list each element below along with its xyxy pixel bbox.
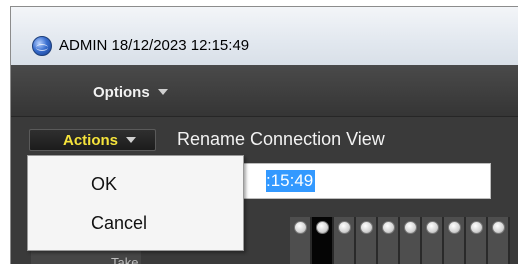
take-label: Take [111,255,139,264]
status-led-icon [448,221,461,234]
actions-dropdown-menu: OK Cancel [27,155,244,251]
status-led-icon [404,221,417,234]
connection-slot[interactable] [466,217,488,264]
status-led-icon [470,221,483,234]
status-led-icon [426,221,439,234]
selected-text: :15:49 [266,170,316,192]
connection-slot[interactable] [334,217,356,264]
status-led-icon [492,221,505,234]
options-toolbar: Options [11,65,518,117]
options-label: Options [93,83,150,101]
chevron-down-icon [157,89,168,95]
connection-slot[interactable] [378,217,400,264]
status-led-icon [294,221,307,234]
options-menu-button[interactable]: Options [93,82,168,102]
connection-slot[interactable] [400,217,422,264]
menu-item-ok[interactable]: OK [91,174,117,195]
connection-slot[interactable] [444,217,466,264]
connection-slot[interactable] [356,217,378,264]
status-led-icon [316,221,329,234]
status-led-icon [382,221,395,234]
title-bar: ADMIN 18/12/2023 12:15:49 [11,7,518,65]
connection-slot-selected[interactable] [312,217,334,264]
connection-slot[interactable] [488,217,510,264]
connection-slot[interactable] [422,217,444,264]
rename-connection-title: Rename Connection View [177,129,385,149]
globe-icon [32,36,52,56]
connection-strip [290,217,510,264]
status-led-icon [338,221,351,234]
chevron-down-icon [126,137,137,143]
actions-menu-button[interactable]: Actions [29,129,156,151]
connection-slot[interactable] [290,217,312,264]
menu-item-cancel[interactable]: Cancel [91,213,147,234]
actions-label: Actions [63,131,119,149]
status-led-icon [360,221,373,234]
window-title: ADMIN 18/12/2023 12:15:49 [59,37,250,54]
